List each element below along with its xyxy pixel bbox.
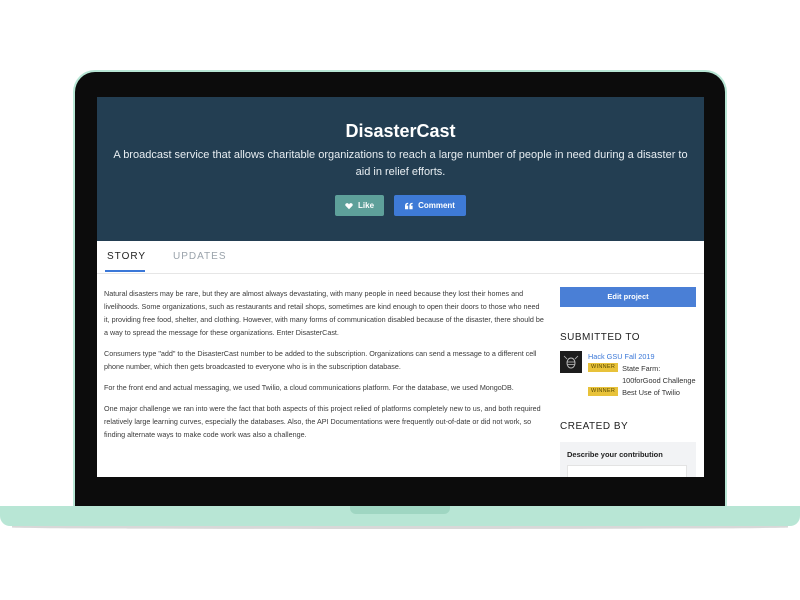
submitted-to-heading: SUBMITTED TO: [560, 332, 641, 343]
project-tagline: A broadcast service that allows charitab…: [113, 149, 688, 178]
prize-name: Best Use of Twilio: [622, 388, 680, 397]
project-title: DisasterCast: [345, 121, 456, 141]
story-content: Natural disasters may be rare, but they …: [104, 287, 544, 449]
quote-icon: [405, 202, 413, 209]
project-sidebar: Edit project SUBMITTED TO Hack GSU Fall …: [560, 287, 696, 477]
like-label: Like: [358, 201, 375, 210]
active-tab-indicator: [105, 270, 145, 272]
like-button[interactable]: Like: [335, 195, 385, 216]
contribution-box: Describe your contribution: [560, 442, 696, 477]
tab-story[interactable]: STORY: [107, 251, 146, 262]
hackathon-link[interactable]: Hack GSU Fall 2019: [588, 351, 696, 363]
browser-screen: DisasterCast A broadcast service that al…: [97, 97, 704, 477]
story-paragraph: Natural disasters may be rare, but they …: [104, 289, 544, 337]
prize-name: State Farm: 100forGood Challenge: [622, 364, 696, 385]
created-by-heading: CREATED BY: [560, 421, 629, 432]
project-hero: DisasterCast A broadcast service that al…: [97, 97, 704, 241]
hackathon-info: Hack GSU Fall 2019 WINNER State Farm: 10…: [588, 351, 696, 399]
hackathon-logo[interactable]: [560, 351, 582, 373]
prize-item: WINNER Best Use of Twilio: [588, 387, 696, 399]
tab-updates[interactable]: UPDATES: [173, 251, 227, 262]
comment-label: Comment: [418, 201, 455, 210]
story-paragraph: For the front end and actual messaging, …: [104, 383, 514, 392]
hero-actions: Like Comment: [97, 195, 704, 216]
winner-badge: WINNER: [588, 363, 619, 372]
comment-button[interactable]: Comment: [394, 195, 466, 216]
story-paragraph: Consumers type "add" to the DisasterCast…: [104, 349, 537, 371]
hackathon-entry: Hack GSU Fall 2019 WINNER State Farm: 10…: [560, 351, 696, 399]
tab-bar: STORY UPDATES: [97, 241, 704, 274]
story-paragraph: One major challenge we ran into were the…: [104, 404, 541, 439]
contribution-input[interactable]: [567, 465, 687, 477]
laptop-notch: [350, 506, 450, 514]
laptop-shadow: [12, 526, 788, 529]
contribution-label: Describe your contribution: [567, 450, 663, 459]
heart-icon: [345, 202, 353, 209]
bee-icon: [563, 355, 579, 369]
edit-project-button[interactable]: Edit project: [560, 287, 696, 307]
prize-item: WINNER State Farm: 100forGood Challenge: [588, 363, 696, 387]
winner-badge: WINNER: [588, 387, 619, 396]
